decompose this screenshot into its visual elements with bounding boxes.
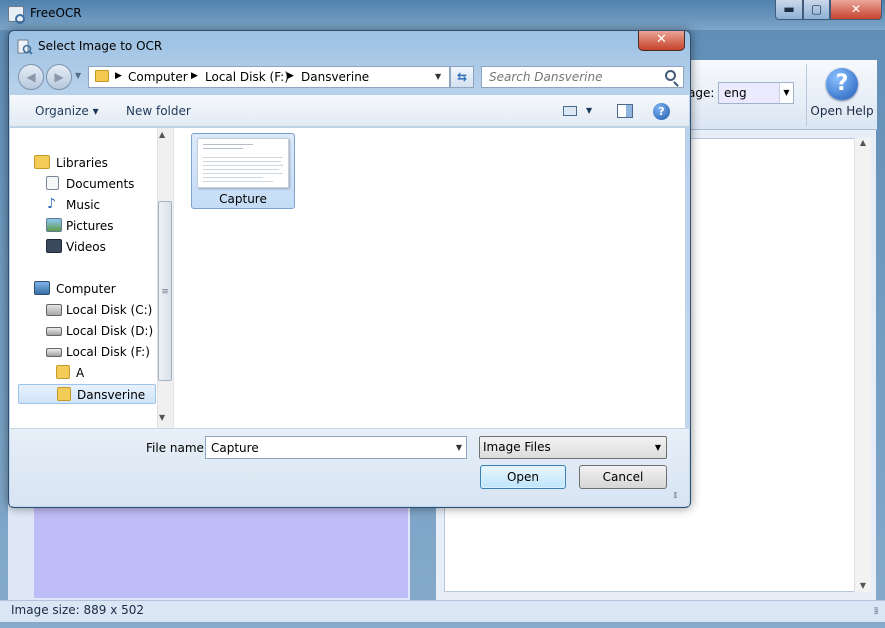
file-type-select[interactable]: Image Files ▼ bbox=[479, 436, 667, 459]
breadcrumb-computer[interactable]: Computer bbox=[128, 70, 188, 84]
nav-item-label: Pictures bbox=[66, 219, 114, 233]
resize-grip-icon[interactable]: ⁞⁞⁞ bbox=[673, 491, 677, 501]
scroll-up-icon[interactable]: ▲ bbox=[855, 138, 871, 147]
chevron-down-icon[interactable]: ▼ bbox=[779, 83, 793, 103]
chevron-down-icon[interactable]: ▼ bbox=[655, 443, 661, 452]
file-thumbnail bbox=[197, 138, 289, 188]
new-folder-button[interactable]: New folder bbox=[126, 104, 191, 118]
open-help-button[interactable]: ? Open Help bbox=[810, 66, 874, 126]
freeocr-app-icon bbox=[8, 6, 25, 24]
ribbon-separator bbox=[806, 64, 807, 126]
nav-item-videos[interactable]: Videos bbox=[10, 237, 160, 257]
nav-item-local-disk-d[interactable]: Local Disk (D:) bbox=[10, 321, 160, 341]
main-window-title: FreeOCR bbox=[30, 6, 82, 20]
folder-icon bbox=[57, 387, 71, 401]
breadcrumb-arrow-icon[interactable]: ▶ bbox=[191, 71, 198, 81]
change-view-icon[interactable] bbox=[563, 106, 577, 116]
recent-locations-icon[interactable]: ▼ bbox=[75, 71, 81, 80]
nav-item-label: Local Disk (C:) bbox=[66, 303, 153, 317]
ocr-text-scrollbar[interactable]: ▲ ▼ bbox=[854, 138, 871, 592]
nav-item-folder-a[interactable]: A bbox=[10, 363, 160, 383]
disk-icon bbox=[46, 348, 62, 357]
nav-item-label: Dansverine bbox=[77, 388, 146, 402]
open-help-label: Open Help bbox=[810, 104, 874, 118]
image-canvas bbox=[34, 508, 408, 598]
chevron-down-icon[interactable]: ▼ bbox=[435, 72, 441, 81]
language-value: eng bbox=[724, 86, 747, 100]
refresh-button[interactable]: ⇆ bbox=[450, 66, 474, 88]
help-icon[interactable]: ? bbox=[653, 103, 670, 120]
computer-icon bbox=[34, 281, 50, 295]
windows-disk-icon bbox=[46, 304, 62, 316]
forward-button[interactable]: ▶ bbox=[46, 64, 72, 90]
file-name-combobox[interactable]: ▼ bbox=[205, 436, 467, 459]
nav-item-documents[interactable]: Documents bbox=[10, 174, 160, 194]
scrollbar-thumb[interactable]: ≡ bbox=[158, 201, 172, 381]
file-name-label: File name: bbox=[146, 441, 208, 455]
dialog-title: Select Image to OCR bbox=[38, 39, 163, 53]
folder-icon bbox=[56, 365, 70, 379]
nav-item-label: Local Disk (D:) bbox=[66, 324, 154, 338]
nav-item-local-disk-f[interactable]: Local Disk (F:) bbox=[10, 342, 160, 362]
breadcrumb-arrow-icon[interactable]: ▶ bbox=[115, 71, 122, 81]
address-bar[interactable]: ▶ Computer ▶ Local Disk (F:) ▶ Dansverin… bbox=[88, 66, 450, 88]
dialog-toolbar: Organize ▾ New folder ▼ ? bbox=[10, 95, 689, 127]
file-type-value: Image Files bbox=[483, 440, 551, 454]
chevron-down-icon[interactable]: ▼ bbox=[456, 443, 462, 452]
search-input[interactable] bbox=[482, 67, 662, 87]
breadcrumb-arrow-icon[interactable]: ▶ bbox=[287, 71, 294, 81]
scroll-down-icon[interactable]: ▼ bbox=[855, 581, 871, 590]
disk-icon bbox=[46, 327, 62, 336]
resize-grip-icon[interactable]: ⁞⁞⁞ bbox=[873, 606, 878, 617]
scroll-down-icon[interactable]: ▼ bbox=[159, 413, 165, 422]
nav-item-local-disk-c[interactable]: Local Disk (C:) bbox=[10, 300, 160, 320]
dialog-app-icon bbox=[17, 39, 33, 55]
language-select[interactable]: eng ▼ bbox=[718, 82, 794, 104]
breadcrumb-local-disk-f[interactable]: Local Disk (F:) bbox=[205, 70, 289, 84]
folder-icon bbox=[95, 70, 109, 82]
organize-button[interactable]: Organize ▾ bbox=[35, 104, 99, 118]
maximize-button[interactable]: ▢ bbox=[803, 0, 830, 20]
scroll-up-icon[interactable]: ▲ bbox=[159, 130, 165, 139]
videos-icon bbox=[46, 239, 62, 253]
search-icon[interactable] bbox=[665, 70, 676, 81]
close-button[interactable]: ✕ bbox=[830, 0, 882, 20]
nav-item-label: Music bbox=[66, 198, 101, 212]
nav-item-libraries[interactable]: Libraries bbox=[10, 153, 160, 173]
chevron-down-icon[interactable]: ▼ bbox=[586, 106, 592, 115]
file-item-label: Capture bbox=[219, 192, 267, 206]
image-size-status: Image size: 889 x 502 bbox=[11, 603, 145, 617]
minimize-button[interactable]: ▬ bbox=[775, 0, 803, 20]
documents-icon bbox=[46, 176, 59, 190]
language-label: age: bbox=[688, 86, 715, 100]
libraries-icon bbox=[34, 155, 50, 169]
nav-item-pictures[interactable]: Pictures bbox=[10, 216, 160, 236]
open-button[interactable]: Open bbox=[480, 465, 566, 489]
nav-item-label: Computer bbox=[56, 282, 116, 296]
cancel-button[interactable]: Cancel bbox=[579, 465, 667, 489]
nav-item-computer[interactable]: Computer bbox=[10, 279, 160, 299]
nav-item-label: Videos bbox=[66, 240, 106, 254]
nav-item-dansverine[interactable]: Dansverine bbox=[18, 384, 156, 404]
preview-pane-icon[interactable] bbox=[617, 104, 633, 118]
music-icon: ♪ bbox=[47, 196, 56, 212]
file-item[interactable]: Capture bbox=[191, 133, 295, 209]
search-box[interactable] bbox=[481, 66, 684, 88]
pictures-icon bbox=[46, 218, 62, 232]
nav-item-music[interactable]: ♪ Music bbox=[10, 195, 160, 215]
nav-item-label: Local Disk (F:) bbox=[66, 345, 150, 359]
nav-item-label: Documents bbox=[66, 177, 135, 191]
nav-item-label: Libraries bbox=[56, 156, 108, 170]
select-image-dialog: Select Image to OCR ✕ ◀ ▶ ▼ ▶ Computer ▶… bbox=[8, 30, 691, 508]
navigation-pane: Libraries Documents ♪ Music Pictures Vid… bbox=[10, 128, 172, 428]
main-title-bar[interactable] bbox=[0, 0, 885, 30]
dialog-close-button[interactable]: ✕ bbox=[638, 31, 685, 51]
help-icon: ? bbox=[826, 68, 858, 100]
breadcrumb-dansverine[interactable]: Dansverine bbox=[301, 70, 369, 84]
nav-item-label: A bbox=[76, 366, 85, 380]
back-button[interactable]: ◀ bbox=[18, 64, 44, 90]
file-name-input[interactable] bbox=[206, 437, 446, 458]
